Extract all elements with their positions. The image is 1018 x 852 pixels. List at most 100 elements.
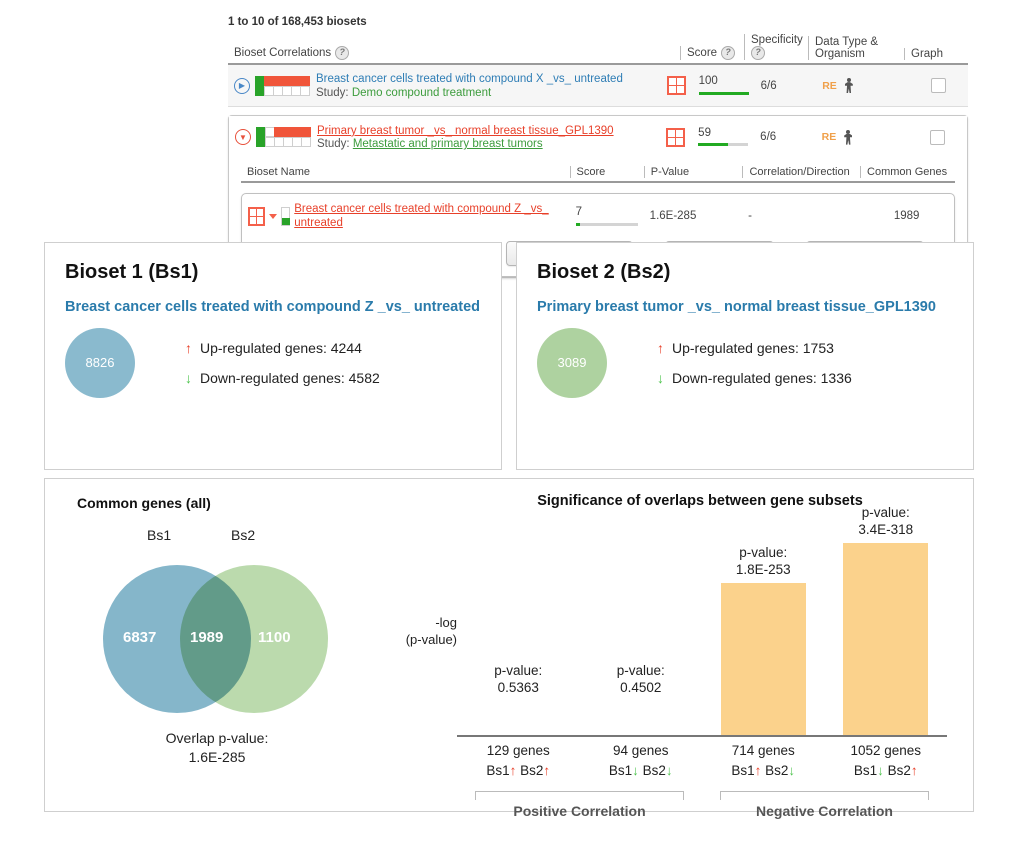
score-strip-icon bbox=[257, 127, 311, 147]
chart-x-tick-2-count: 714 genes bbox=[702, 741, 825, 761]
study-label: Study: bbox=[317, 138, 350, 150]
sub-table-row[interactable]: Breast cancer cells treated with compoun… bbox=[242, 202, 954, 231]
arrow-up-icon: ↑ bbox=[755, 763, 762, 778]
study-link[interactable]: Demo compound treatment bbox=[352, 87, 491, 99]
chart-bar-3-p-number: 3.4E-318 bbox=[821, 521, 951, 539]
sub-bioset-link[interactable]: Breast cancer cells treated with compoun… bbox=[294, 202, 563, 231]
data-type-organism-cell: RE bbox=[816, 78, 908, 93]
column-header-graph: Graph bbox=[904, 48, 966, 60]
chart-bar-2-p-number: 1.8E-253 bbox=[698, 561, 828, 579]
bioset-link-label[interactable]: Primary breast tumor _vs_ normal breast … bbox=[317, 125, 614, 137]
score-bar bbox=[699, 92, 749, 95]
score-strip-icon bbox=[256, 76, 310, 96]
help-icon[interactable]: ? bbox=[335, 46, 349, 60]
graph-cell bbox=[907, 130, 967, 145]
chart-bar-0-p-value: p-value: 0.5363 bbox=[453, 662, 583, 697]
human-icon bbox=[844, 130, 852, 145]
bioset-2-down-label: Down-regulated genes: 1336 bbox=[672, 370, 852, 386]
chart-group-brackets: Positive Correlation Negative Correlatio… bbox=[457, 791, 947, 819]
study-line: Study: Demo compound treatment bbox=[316, 87, 623, 99]
arrow-down-icon: ↓ bbox=[877, 763, 884, 778]
sub-table-header-row: Bioset Name Score P-Value Correlation/Di… bbox=[241, 162, 955, 183]
chart-bar-2[interactable] bbox=[721, 583, 806, 735]
chart-bar-group-2: p-value: 1.8E-253 bbox=[702, 527, 825, 735]
chart-bar-3-p-label: p-value: bbox=[821, 504, 951, 522]
graph-cell bbox=[908, 78, 968, 93]
chart-x-tick-3-bs2: Bs2 bbox=[888, 763, 911, 778]
column-header-specificity: Specificity ? bbox=[744, 34, 808, 60]
bioset-link-label[interactable]: Breast cancer cells treated with compoun… bbox=[316, 73, 623, 85]
chart-x-tick-3-count: 1052 genes bbox=[825, 741, 948, 761]
arrow-up-icon: ↑ bbox=[657, 340, 664, 356]
bioset-2-down-regulated: ↓ Down-regulated genes: 1336 bbox=[657, 370, 852, 386]
help-icon[interactable]: ? bbox=[751, 46, 765, 60]
arrow-down-icon: ↓ bbox=[788, 763, 795, 778]
chart-group-negative: Negative Correlation bbox=[702, 791, 947, 819]
help-icon[interactable]: ? bbox=[721, 46, 735, 60]
chart-x-tick-1-bs1: Bs1 bbox=[609, 763, 632, 778]
grid-icon[interactable] bbox=[248, 207, 265, 226]
bioset-2-up-label: Up-regulated genes: 1753 bbox=[672, 340, 834, 356]
chart-bar-0-p-label: p-value: bbox=[453, 662, 583, 680]
column-header-specificity-label: Specificity bbox=[751, 34, 802, 46]
chart-y-axis-label-line1: -log bbox=[385, 615, 457, 632]
bioset-1-total-value: 8826 bbox=[86, 355, 115, 370]
chart-bar-group-0: p-value: 0.5363 bbox=[457, 527, 580, 735]
chart-group-positive-label: Positive Correlation bbox=[457, 803, 702, 819]
chart-x-tick-1: 94 genes Bs1↓ Bs2↓ bbox=[580, 741, 703, 780]
result-count: 1 to 10 of 168,453 biosets bbox=[228, 16, 968, 28]
sub-score-bar bbox=[576, 223, 638, 226]
sub-column-header-score: Score bbox=[570, 166, 644, 178]
study-link[interactable]: Metastatic and primary breast tumors bbox=[353, 138, 543, 150]
bioset-1-title: Breast cancer cells treated with compoun… bbox=[65, 298, 481, 318]
chart-bar-1-p-number: 0.4502 bbox=[576, 679, 706, 697]
bioset-2-heading: Bioset 2 (Bs2) bbox=[537, 261, 953, 284]
chart-bar-1-p-label: p-value: bbox=[576, 662, 706, 680]
grid-icon[interactable] bbox=[667, 76, 686, 95]
chart-x-tick-0: 129 genes Bs1↑ Bs2↑ bbox=[457, 741, 580, 780]
venn-label-bs2: Bs2 bbox=[231, 527, 255, 543]
overlap-analysis-panel: Common genes (all) Significance of overl… bbox=[44, 478, 974, 812]
column-header-graph-label: Graph bbox=[911, 48, 943, 60]
chart-y-axis-label-line2: (p-value) bbox=[385, 632, 457, 649]
sub-column-header-correlation-direction: Correlation/Direction bbox=[742, 166, 860, 178]
bioset-1-down-label: Down-regulated genes: 4582 bbox=[200, 370, 380, 386]
chart-x-tick-2-bs2: Bs2 bbox=[765, 763, 788, 778]
grid-icon[interactable] bbox=[666, 128, 685, 147]
human-icon bbox=[845, 78, 853, 93]
data-type-label: RE bbox=[822, 131, 837, 143]
arrow-down-icon: ↓ bbox=[666, 763, 673, 778]
sub-p-value-cell: 1.6E-285 bbox=[644, 210, 742, 222]
chart-bar-3[interactable] bbox=[843, 543, 928, 735]
graph-checkbox[interactable] bbox=[930, 130, 945, 145]
bioset-2-total-circle: 3089 bbox=[537, 328, 607, 398]
bioset-link[interactable]: Primary breast tumor _vs_ normal breast … bbox=[317, 124, 614, 138]
chevron-down-icon[interactable] bbox=[269, 214, 277, 219]
bioset-1-card: Bioset 1 (Bs1) Breast cancer cells treat… bbox=[44, 242, 502, 470]
bioset-name-cell: ▶ Breast cancer cells treated with compo… bbox=[228, 72, 660, 98]
chart-bar-0-p-number: 0.5363 bbox=[453, 679, 583, 697]
sub-column-header-p-value: P-Value bbox=[644, 166, 743, 178]
chart-bar-2-p-value: p-value: 1.8E-253 bbox=[698, 544, 828, 579]
chart-bar-2-p-label: p-value: bbox=[698, 544, 828, 562]
chart-x-tick-3-bs1: Bs1 bbox=[854, 763, 877, 778]
data-type-label: RE bbox=[822, 80, 837, 92]
chart-bars: p-value: 0.5363 p-value: 0.4502 p-value:… bbox=[457, 527, 947, 735]
score-strip-icon bbox=[281, 207, 290, 226]
arrow-down-icon: ↓ bbox=[657, 370, 664, 386]
specificity-cell: 6/6 bbox=[754, 131, 815, 143]
bioset-1-total-circle: 8826 bbox=[65, 328, 135, 398]
sub-column-header-bioset-name: Bioset Name bbox=[241, 166, 570, 178]
chart-x-tick-1-bs2: Bs2 bbox=[643, 763, 666, 778]
collapse-icon[interactable]: ▼ bbox=[235, 129, 251, 145]
graph-checkbox[interactable] bbox=[931, 78, 946, 93]
bioset-link[interactable]: Breast cancer cells treated with compoun… bbox=[316, 72, 623, 86]
sub-column-header-common-genes: Common Genes bbox=[860, 166, 955, 178]
play-icon[interactable]: ▶ bbox=[234, 78, 250, 94]
study-label: Study: bbox=[316, 87, 349, 99]
chart-y-axis-label: -log (p-value) bbox=[385, 615, 457, 649]
table-row[interactable]: ▶ Breast cancer cells treated with compo… bbox=[228, 65, 968, 107]
table-row[interactable]: ▼ Primary breast tumor _vs_ normal breas… bbox=[229, 116, 967, 158]
heatmap-grid-cell bbox=[660, 76, 693, 95]
bioset-summary-cards: Bioset 1 (Bs1) Breast cancer cells treat… bbox=[44, 242, 974, 470]
